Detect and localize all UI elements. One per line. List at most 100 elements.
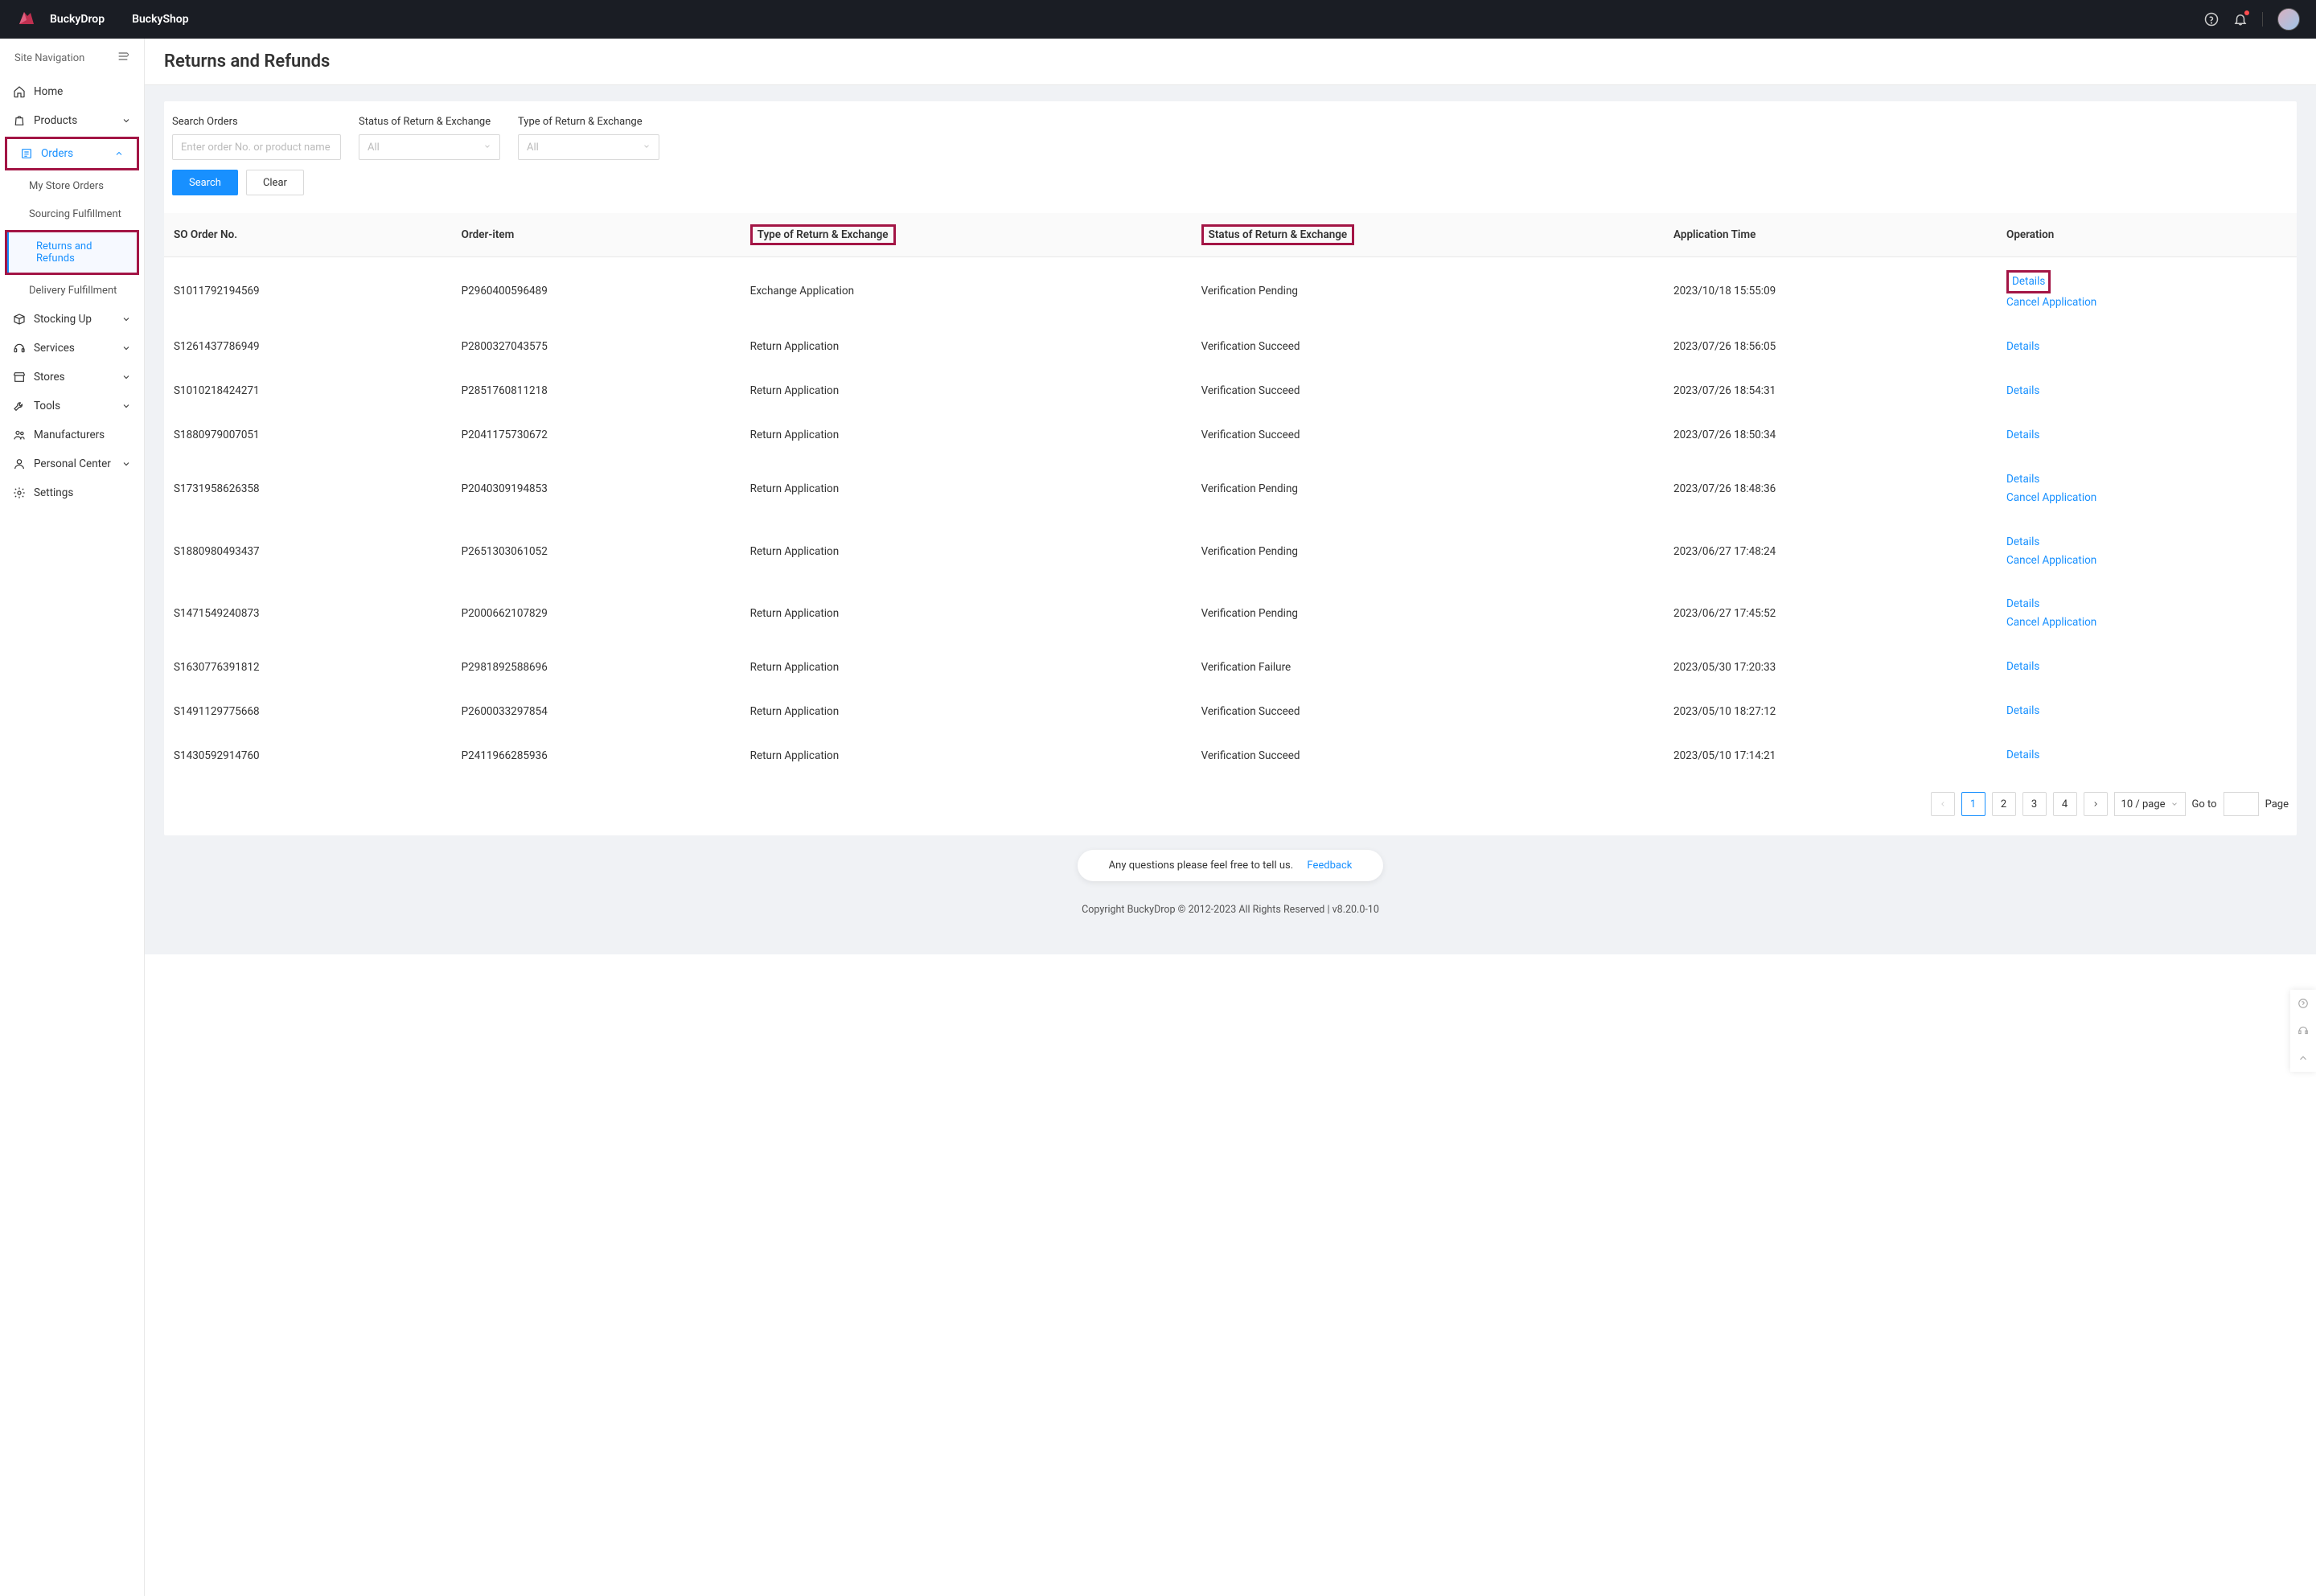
col-type: Type of Return & Exchange	[741, 213, 1192, 257]
cell-so: S1630776391812	[164, 645, 452, 689]
top-header: BuckyDrop BuckyShop	[0, 0, 2316, 39]
cell-item: P2800327043575	[452, 325, 741, 369]
page-3[interactable]: 3	[2022, 792, 2047, 816]
feedback-bar: Any questions please feel free to tell u…	[1078, 850, 1383, 881]
chevron-down-icon	[121, 343, 131, 353]
type-select[interactable]: All	[518, 134, 659, 160]
sub-returns-refunds[interactable]: Returns and Refunds	[7, 232, 137, 273]
chevron-down-icon	[643, 142, 651, 154]
cancel-application-link[interactable]: Cancel Application	[2006, 489, 2287, 507]
chevron-up-icon	[114, 149, 124, 158]
cancel-application-link[interactable]: Cancel Application	[2006, 552, 2287, 570]
store-icon	[13, 371, 26, 384]
cell-type: Return Application	[741, 369, 1192, 413]
cell-type: Return Application	[741, 325, 1192, 369]
page-prev[interactable]	[1931, 792, 1955, 816]
chevron-down-icon	[483, 142, 491, 154]
page-2[interactable]: 2	[1992, 792, 2016, 816]
details-link[interactable]: Details	[2006, 270, 2051, 293]
nav-label: Tools	[34, 400, 121, 412]
cell-so: S1880979007051	[164, 413, 452, 457]
details-link[interactable]: Details	[2006, 702, 2287, 720]
details-link[interactable]: Details	[2006, 658, 2287, 676]
page-next[interactable]	[2084, 792, 2108, 816]
clear-button[interactable]: Clear	[246, 170, 304, 195]
filter-status-label: Status of Return & Exchange	[359, 116, 500, 128]
float-support-icon[interactable]	[2290, 1017, 2316, 1044]
nav-label: Settings	[34, 486, 131, 499]
chevron-down-icon	[121, 401, 131, 411]
bell-icon[interactable]	[2233, 12, 2248, 27]
nav-personal-center[interactable]: Personal Center	[0, 449, 144, 478]
sub-delivery-fulfillment[interactable]: Delivery Fulfillment	[0, 277, 144, 305]
search-input[interactable]	[172, 134, 341, 160]
cell-so: S1011792194569	[164, 257, 452, 325]
feedback-link[interactable]: Feedback	[1307, 860, 1352, 872]
nav-services[interactable]: Services	[0, 334, 144, 363]
cell-type: Return Application	[741, 689, 1192, 733]
details-link[interactable]: Details	[2006, 338, 2287, 356]
details-link[interactable]: Details	[2006, 595, 2287, 613]
type-select-value: All	[527, 142, 539, 154]
col-app-time: Application Time	[1664, 213, 1997, 257]
col-status-highlight: Status of Return & Exchange	[1201, 224, 1355, 245]
sub-sourcing-fulfillment[interactable]: Sourcing Fulfillment	[0, 200, 144, 228]
details-link[interactable]: Details	[2006, 382, 2287, 400]
page-4[interactable]: 4	[2053, 792, 2077, 816]
nav-stocking-up[interactable]: Stocking Up	[0, 305, 144, 334]
collapse-icon[interactable]	[117, 50, 129, 66]
goto-input[interactable]	[2224, 792, 2259, 816]
cell-operation: Details	[1997, 325, 2297, 369]
details-link[interactable]: Details	[2006, 746, 2287, 765]
status-select[interactable]: All	[359, 134, 500, 160]
page-1[interactable]: 1	[1961, 792, 1985, 816]
table-row: S1010218424271P2851760811218Return Appli…	[164, 369, 2297, 413]
nav-products[interactable]: Products	[0, 106, 144, 135]
cell-operation: Details	[1997, 413, 2297, 457]
float-top-icon[interactable]	[2290, 1044, 2316, 1072]
cell-item: P2851760811218	[452, 369, 741, 413]
brand-buckydrop[interactable]: BuckyDrop	[50, 13, 105, 26]
nav-label: Products	[34, 114, 121, 127]
col-operation: Operation	[1997, 213, 2297, 257]
cell-item: P2981892588696	[452, 645, 741, 689]
cancel-application-link[interactable]: Cancel Application	[2006, 293, 2287, 312]
cell-operation: Details	[1997, 369, 2297, 413]
chevron-down-icon	[121, 459, 131, 469]
details-link[interactable]: Details	[2006, 533, 2287, 552]
nav-label: Stocking Up	[34, 313, 121, 326]
details-link[interactable]: Details	[2006, 426, 2287, 445]
cell-so: S1471549240873	[164, 582, 452, 645]
status-select-value: All	[368, 142, 380, 154]
search-button[interactable]: Search	[172, 170, 238, 195]
nav-orders[interactable]: Orders	[7, 139, 137, 168]
cell-time: 2023/07/26 18:56:05	[1664, 325, 1997, 369]
col-so-no: SO Order No.	[164, 213, 452, 257]
nav-tools[interactable]: Tools	[0, 392, 144, 421]
nav-stores[interactable]: Stores	[0, 363, 144, 392]
nav-label: Stores	[34, 371, 121, 384]
cell-status: Verification Succeed	[1192, 413, 1664, 457]
cell-operation: DetailsCancel Application	[1997, 520, 2297, 583]
cancel-application-link[interactable]: Cancel Application	[2006, 613, 2287, 632]
col-type-highlight: Type of Return & Exchange	[750, 224, 896, 245]
brand-buckyshop[interactable]: BuckyShop	[132, 13, 189, 26]
page-size-select[interactable]: 10 / page	[2114, 792, 2186, 816]
box-icon	[13, 313, 26, 326]
cell-so: S1261437786949	[164, 325, 452, 369]
logo[interactable]	[16, 10, 35, 29]
help-icon[interactable]	[2204, 12, 2219, 27]
table-row: S1430592914760P2411966285936Return Appli…	[164, 733, 2297, 777]
cell-type: Return Application	[741, 733, 1192, 777]
filter-type-label: Type of Return & Exchange	[518, 116, 659, 128]
nav-settings[interactable]: Settings	[0, 478, 144, 507]
nav-home[interactable]: Home	[0, 77, 144, 106]
details-link[interactable]: Details	[2006, 470, 2287, 489]
nav-manufacturers[interactable]: Manufacturers	[0, 421, 144, 449]
sub-my-store-orders[interactable]: My Store Orders	[0, 172, 144, 200]
cell-status: Verification Pending	[1192, 257, 1664, 325]
float-help-icon[interactable]	[2290, 990, 2316, 1017]
avatar[interactable]	[2277, 8, 2300, 31]
page-size-value: 10 / page	[2121, 798, 2166, 810]
feedback-text: Any questions please feel free to tell u…	[1109, 860, 1294, 872]
